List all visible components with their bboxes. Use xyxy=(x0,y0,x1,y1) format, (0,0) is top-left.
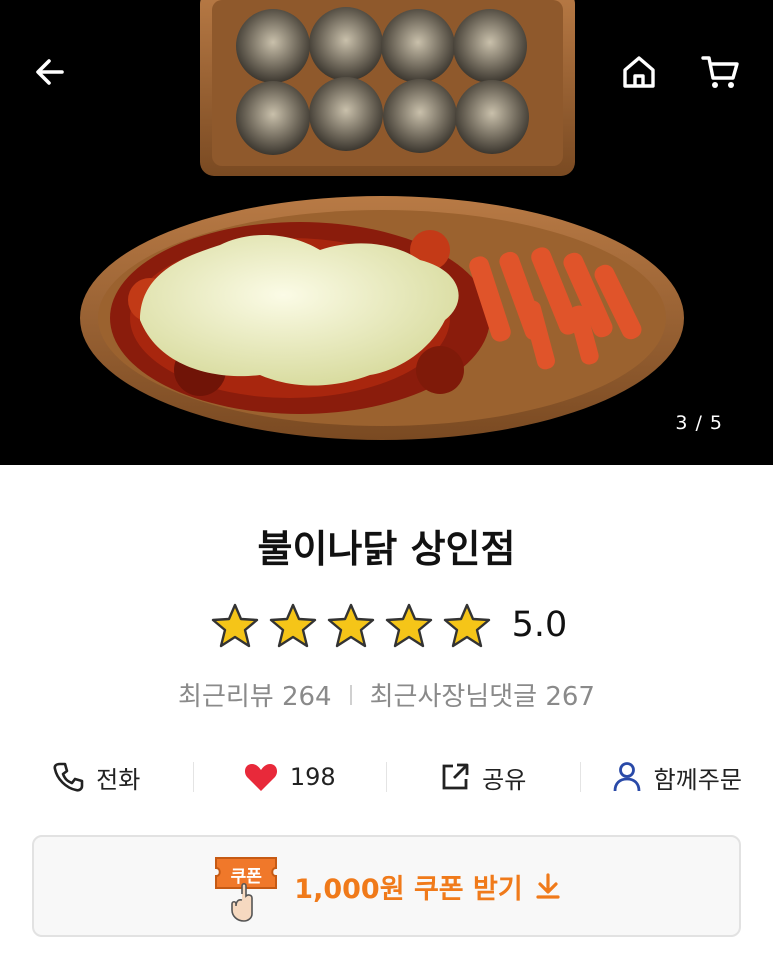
cart-icon xyxy=(701,56,739,88)
star-icon xyxy=(211,603,258,648)
home-icon xyxy=(623,56,655,88)
download-arrow-icon xyxy=(535,872,561,900)
store-name: 불이나닭 상인점 xyxy=(257,527,516,571)
image-counter: 3 / 5 xyxy=(675,412,723,434)
hero-image-carousel[interactable]: 3 / 5 xyxy=(0,0,773,465)
cart-button[interactable] xyxy=(692,44,748,100)
phone-icon xyxy=(52,761,84,793)
group-order-label: 함께주문 xyxy=(653,765,742,794)
person-icon xyxy=(612,761,642,793)
group-order-button[interactable]: 함께주문 xyxy=(581,752,773,802)
star-icon xyxy=(269,603,316,648)
call-label: 전화 xyxy=(96,765,141,794)
star-icon xyxy=(385,603,432,648)
like-button[interactable]: 198 xyxy=(194,752,387,802)
recent-reviews-link[interactable]: 최근리뷰 264 xyxy=(178,676,332,713)
arrow-left-icon xyxy=(36,59,64,85)
coupon-download-button[interactable]: 쿠폰 1,000원 쿠폰 받기 xyxy=(32,835,741,937)
rating-value: 5.0 xyxy=(511,605,568,645)
home-button[interactable] xyxy=(611,44,667,100)
coupon-badge-label: 쿠폰 xyxy=(230,867,262,887)
share-button[interactable]: 공유 xyxy=(387,752,580,802)
share-label: 공유 xyxy=(482,765,527,794)
review-summary: 최근리뷰 264 최근사장님댓글 267 xyxy=(0,676,773,713)
share-icon xyxy=(440,762,470,792)
coupon-label: 1,000원 쿠폰 받기 xyxy=(294,873,523,905)
star-icon xyxy=(327,603,374,648)
owner-replies-link[interactable]: 최근사장님댓글 267 xyxy=(370,676,595,713)
back-button[interactable] xyxy=(22,44,78,100)
action-bar: 전화 198 공유 함께주문 xyxy=(0,752,773,802)
divider xyxy=(349,684,352,705)
star-icon xyxy=(443,603,490,648)
heart-icon xyxy=(244,762,278,792)
call-button[interactable]: 전화 xyxy=(0,752,193,802)
rating-row: 5.0 xyxy=(0,602,773,648)
coupon-badge: 쿠폰 xyxy=(212,850,280,922)
like-count: 198 xyxy=(289,763,336,791)
